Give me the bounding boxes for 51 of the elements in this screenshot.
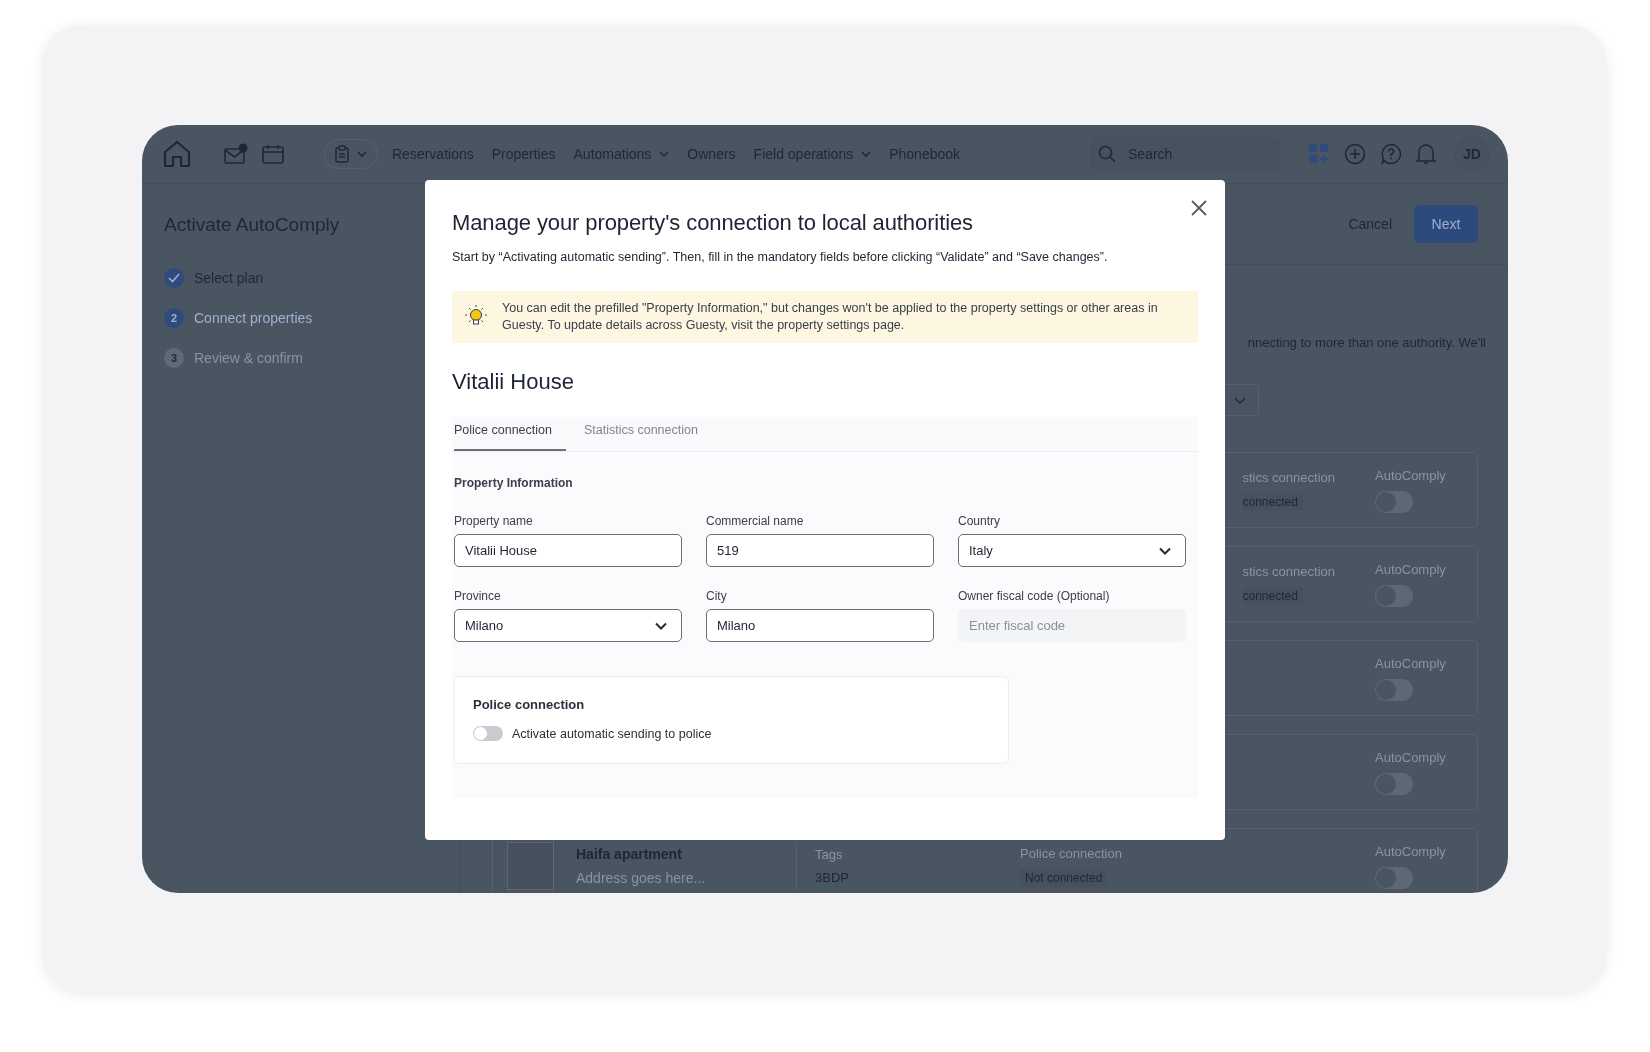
autocomply-label: AutoComply xyxy=(1375,749,1447,765)
field-label: Commercial name xyxy=(706,514,805,528)
step-indicator: 2 xyxy=(164,308,184,328)
chevron-down-icon xyxy=(655,621,667,630)
step-indicator: 3 xyxy=(164,348,184,368)
search-icon xyxy=(1098,145,1116,163)
calendar-icon[interactable] xyxy=(262,144,284,164)
next-button[interactable]: Next xyxy=(1414,205,1478,243)
field-label: City xyxy=(706,589,728,603)
tab[interactable]: Statistics connection xyxy=(584,417,698,451)
input-field[interactable]: Milano xyxy=(706,609,934,642)
chevron-down-icon xyxy=(861,151,872,157)
police-connection-label: Police connection xyxy=(1020,845,1122,861)
plus-circle-icon[interactable] xyxy=(1344,143,1366,165)
help-icon[interactable] xyxy=(1380,143,1402,165)
autocomply-label: AutoComply xyxy=(1375,561,1447,577)
chevron-down-icon xyxy=(1159,546,1171,555)
section-title: Property Information xyxy=(454,476,574,490)
field-label: Country xyxy=(958,514,1002,528)
chevron-down-icon xyxy=(659,151,670,157)
select-field[interactable]: Milano xyxy=(454,609,682,642)
modal-title: Manage your property's connection to local authorities xyxy=(452,210,974,236)
field-label: Province xyxy=(454,589,502,603)
autocomply-label: AutoComply xyxy=(1375,467,1447,483)
modal-subtitle: Start by “Activating automatic sending”. Then, fill in the mandatory fields before clicking “Validate” and “Save changes”. xyxy=(452,250,1109,264)
mail-icon[interactable] xyxy=(224,143,248,165)
apps-grid-icon[interactable] xyxy=(1308,143,1330,165)
tags-label: Tags xyxy=(815,847,843,862)
toggle-label: Activate automatic sending to police xyxy=(512,726,712,741)
autocomply-label: AutoComply xyxy=(1375,843,1447,859)
step-label[interactable]: Review & confirm xyxy=(194,350,303,366)
toggle-switch[interactable] xyxy=(473,726,503,741)
field-label: Owner fiscal code (Optional) xyxy=(958,589,1111,603)
statistics-connection-label: stics connection xyxy=(1242,563,1335,579)
input-field[interactable]: 519 xyxy=(706,534,934,567)
card-title: Police connection xyxy=(473,697,586,712)
chevron-down-icon xyxy=(1234,396,1246,404)
statistics-connection-label: stics connection xyxy=(1242,469,1335,485)
home-icon[interactable] xyxy=(162,139,192,169)
info-text: You can edit the prefilled "Property Information," but changes won't be applied to the property settings or other areas in Guesty. To update details across Guesty, visit the property settings page. xyxy=(502,300,1159,334)
close-icon[interactable] xyxy=(1191,200,1207,216)
bell-icon[interactable] xyxy=(1416,143,1436,165)
property-title: Vitalii House xyxy=(452,369,575,395)
clipboard-icon xyxy=(335,145,349,163)
chevron-down-icon xyxy=(357,151,367,157)
step-label[interactable]: Connect properties xyxy=(194,310,313,326)
field-label: Property name xyxy=(454,514,534,528)
select-field[interactable]: Italy xyxy=(958,534,1186,567)
input-field[interactable]: Vitalii House xyxy=(454,534,682,567)
autocomply-label: AutoComply xyxy=(1375,655,1447,671)
property-address: Address goes here... xyxy=(576,870,707,886)
